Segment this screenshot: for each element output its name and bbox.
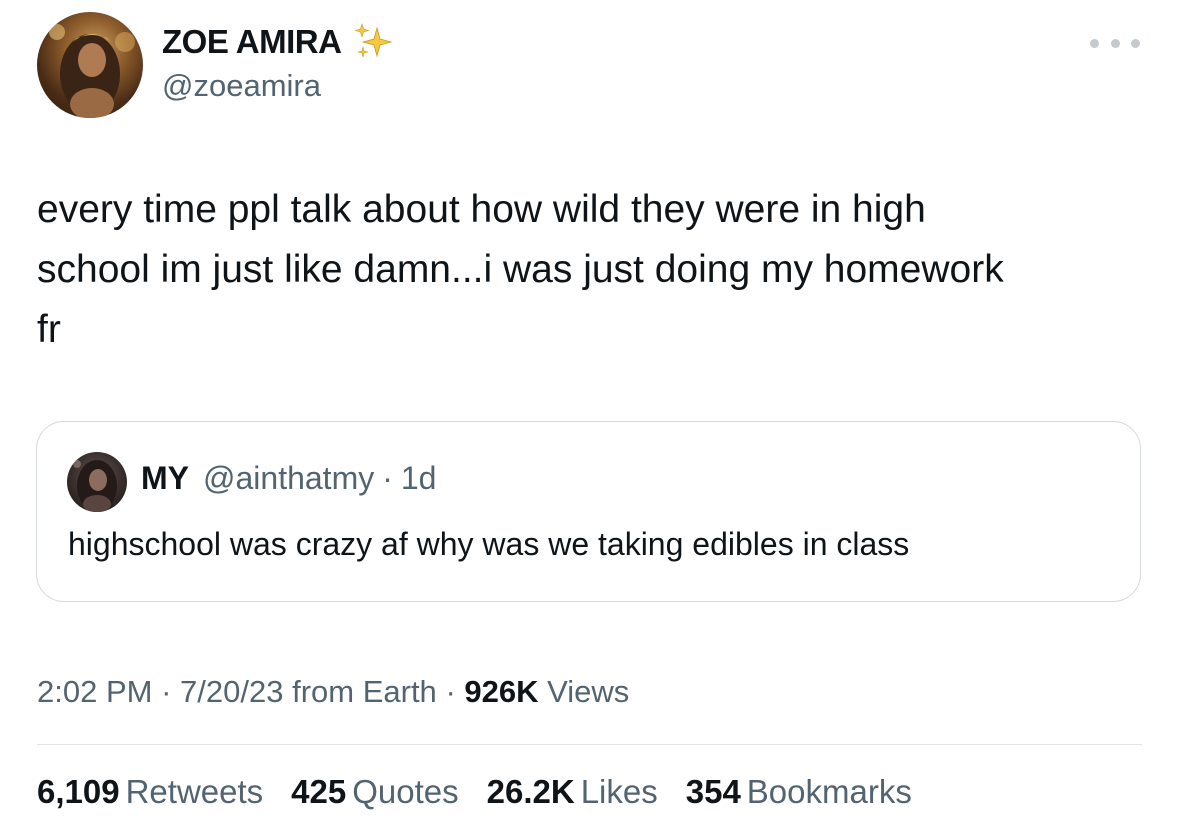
tweet-time[interactable]: 2:02 PM	[37, 674, 152, 709]
quoted-tweet-text: highschool was crazy af why was we takin…	[68, 526, 910, 562]
quoted-tweet-header: MY @ainthatmy · 1d	[141, 460, 436, 497]
more-options-icon[interactable]	[1090, 30, 1140, 56]
more-dot	[1090, 38, 1099, 48]
bookmarks-count: 354	[685, 773, 741, 810]
quotes-count: 425	[291, 773, 347, 810]
author-handle[interactable]: @zoeamira	[162, 68, 321, 104]
quoted-tweet-card[interactable]: MY @ainthatmy · 1d highschool was crazy …	[36, 421, 1141, 602]
author-display-name[interactable]: ZOE AMIRA	[162, 23, 342, 61]
retweets-stat[interactable]: 6,109 Retweets	[37, 773, 263, 811]
likes-count: 26.2K	[486, 773, 575, 810]
tweet-source: from Earth	[292, 674, 437, 709]
views-label: Views	[547, 674, 630, 709]
quoted-author-name[interactable]: MY	[141, 460, 189, 497]
bookmarks-label: Bookmarks	[746, 773, 912, 810]
separator-dot: ·	[382, 460, 393, 496]
bookmarks-stat[interactable]: 354 Bookmarks	[686, 773, 912, 811]
author-name-row: ZOE AMIRA	[162, 22, 395, 62]
tweet-text: every time ppl talk about how wild they …	[37, 188, 1004, 351]
more-dot	[1131, 38, 1140, 48]
sparkles-icon	[353, 22, 395, 62]
tweet-date[interactable]: 7/20/23	[180, 674, 283, 709]
quotes-label: Quotes	[352, 773, 459, 810]
divider	[37, 744, 1142, 745]
tweet-meta: 2:02 PM · 7/20/23 from Earth · 926K View…	[37, 674, 629, 710]
separator-dot: ·	[161, 674, 172, 709]
more-dot	[1110, 38, 1120, 48]
likes-stat[interactable]: 26.2K Likes	[487, 773, 658, 811]
views-count: 926K	[464, 674, 539, 709]
quotes-stat[interactable]: 425 Quotes	[291, 773, 458, 811]
quoted-tweet-time[interactable]: 1d	[401, 460, 437, 497]
engagement-stats: 6,109 Retweets 425 Quotes 26.2K Likes 354 Bo…	[37, 773, 940, 811]
author-avatar[interactable]	[37, 12, 143, 118]
separator-dot: ·	[445, 674, 456, 709]
retweets-label: Retweets	[125, 773, 264, 810]
likes-label: Likes	[580, 773, 658, 810]
quoted-author-avatar[interactable]	[67, 452, 127, 512]
quoted-author-handle[interactable]: @ainthatmy	[203, 460, 374, 497]
retweets-count: 6,109	[37, 773, 120, 810]
